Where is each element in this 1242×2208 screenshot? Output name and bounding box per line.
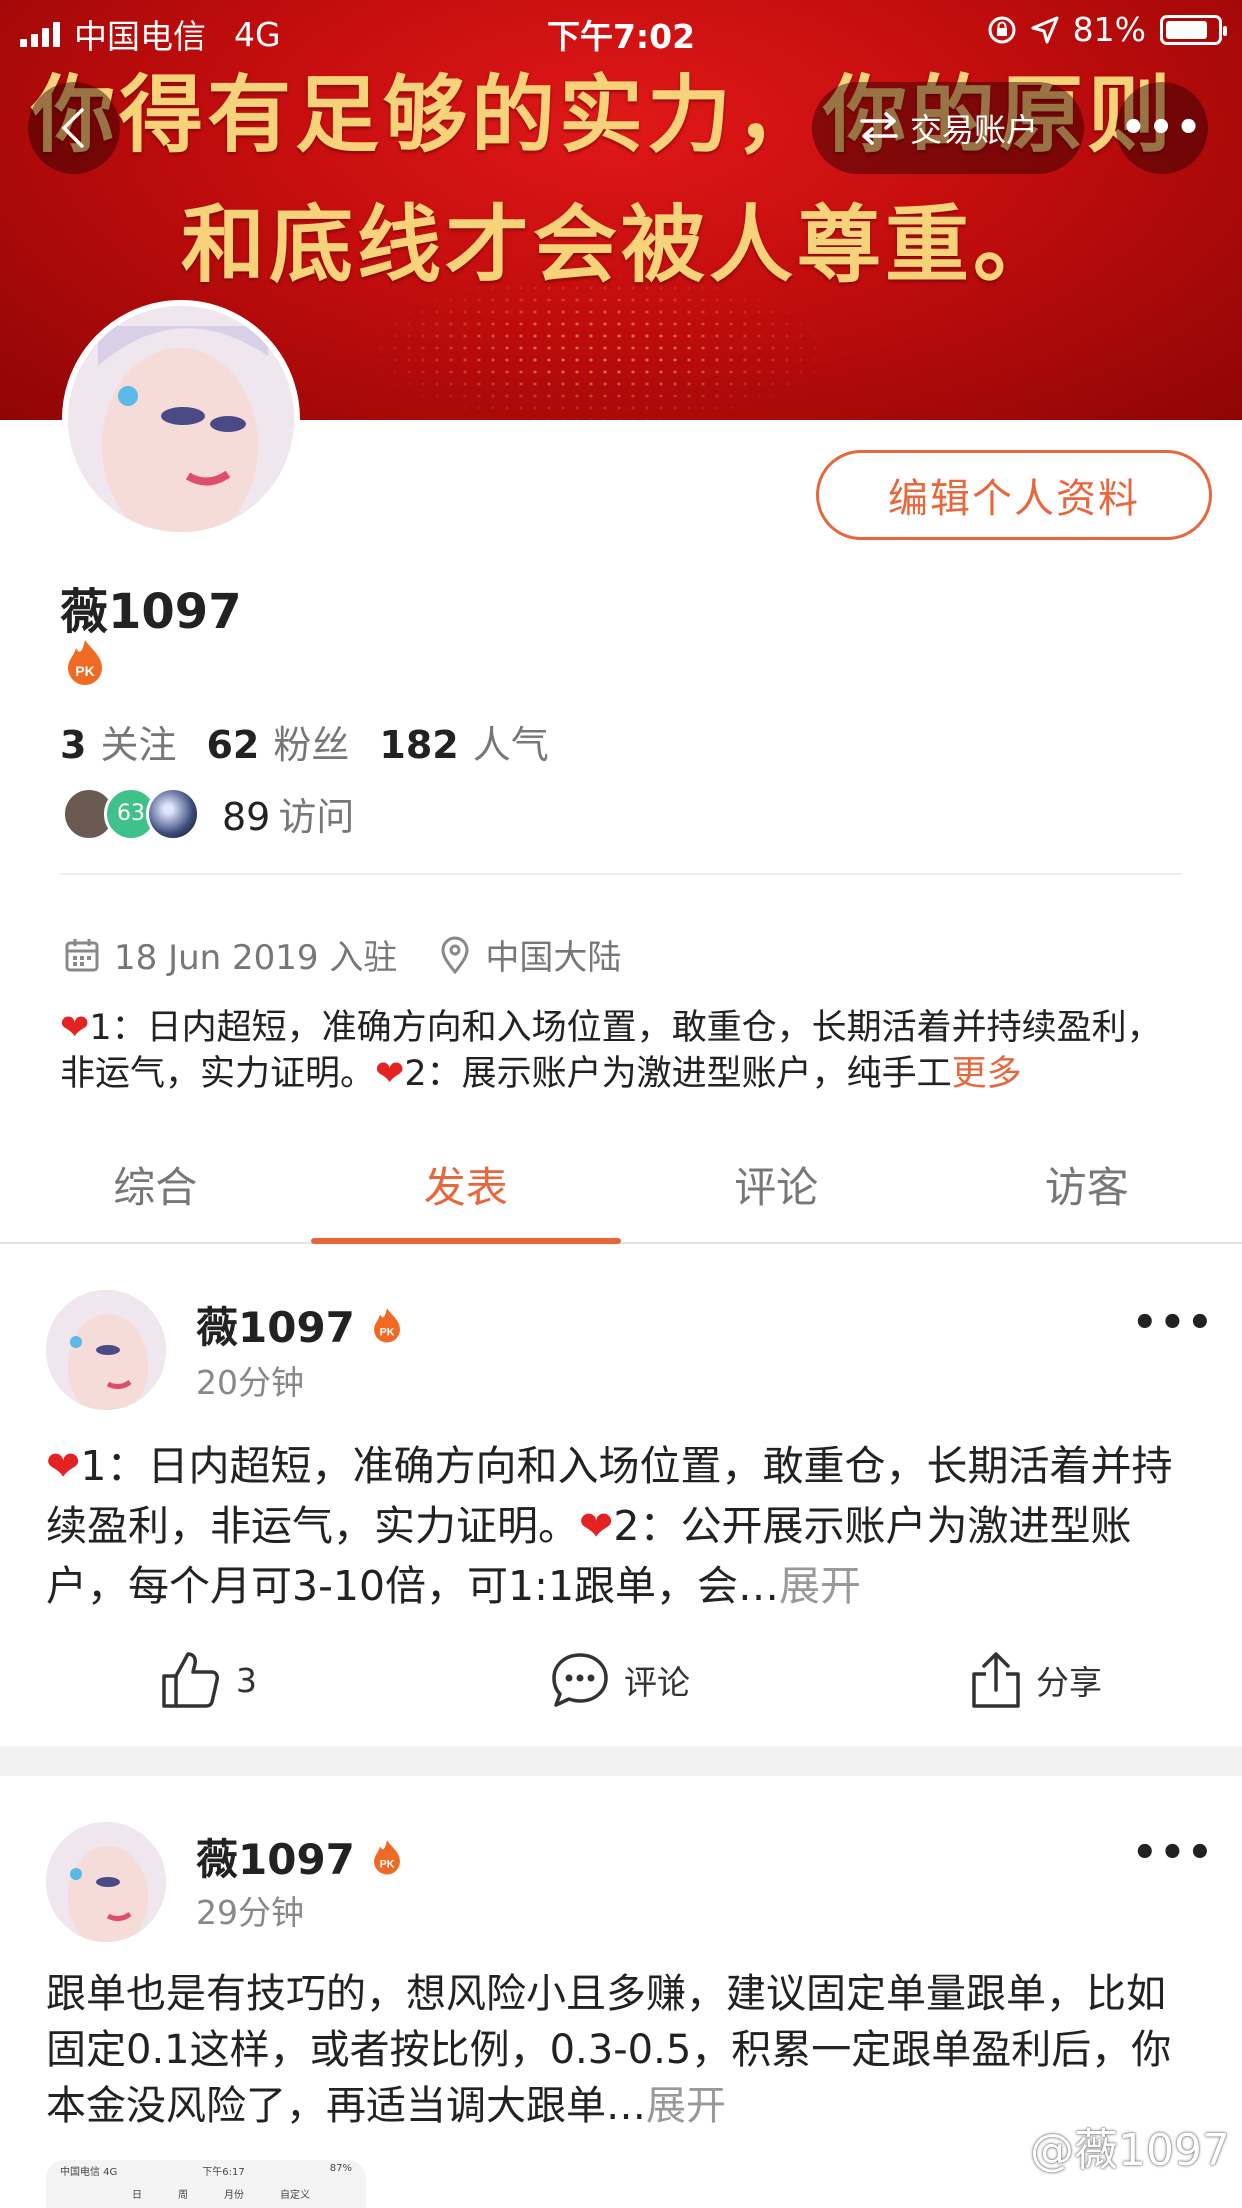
- post-avatar[interactable]: [46, 1290, 166, 1410]
- swap-arrows-icon: [860, 112, 898, 145]
- visits-label: 访问: [278, 795, 355, 839]
- banner-sparkle-decoration: [360, 270, 840, 420]
- back-button[interactable]: [28, 82, 120, 174]
- profile-bio: ❤1：日内超短，准确方向和入场位置，敢重仓，长期活着并持续盈利，非运气，实力证明…: [60, 1005, 1190, 1097]
- bio-more-link[interactable]: 更多: [952, 1054, 1022, 1094]
- heart-icon: ❤: [46, 1442, 81, 1490]
- popularity-count: 182: [379, 723, 459, 767]
- post-more-button[interactable]: •••: [1132, 1830, 1215, 1876]
- post-avatar[interactable]: [46, 1822, 166, 1942]
- fans-count[interactable]: 62: [206, 723, 259, 767]
- post-time: 29分钟: [196, 1893, 304, 1932]
- post-author-name: 薇1097: [196, 1303, 355, 1352]
- battery-icon: [1160, 14, 1227, 45]
- expand-link[interactable]: 展开: [646, 2083, 726, 2129]
- join-date: 18 Jun 2019 入驻: [114, 938, 398, 978]
- tab-comments[interactable]: 评论: [621, 1130, 932, 1242]
- like-button[interactable]: 3: [160, 1640, 257, 1720]
- tab-overview[interactable]: 综合: [0, 1130, 311, 1242]
- thumb-segment: 日: [132, 2190, 142, 2201]
- more-dots-icon: •••: [1120, 105, 1204, 151]
- thumb-segment-control: 日 周 月份 自定义: [46, 2178, 366, 2201]
- profile-tabs: 综合 发表 评论 访客: [0, 1130, 1242, 1244]
- edit-profile-button[interactable]: 编辑个人资料: [816, 450, 1212, 540]
- thumbs-up-icon: [162, 1652, 219, 1708]
- post-image-thumbnail[interactable]: 中国电信 4G 下午6:17 87% 日 周 月份 自定义: [46, 2160, 366, 2208]
- post-more-button[interactable]: •••: [1132, 1300, 1215, 1346]
- share-label: 分享: [1036, 1663, 1102, 1702]
- location-arrow-icon: [1031, 16, 1059, 43]
- thumb-segment: 周: [178, 2190, 188, 2201]
- weibo-watermark: @薇1097: [1030, 2125, 1230, 2176]
- chevron-left-icon: [61, 108, 84, 148]
- post-text-body: 跟单也是有技巧的，想风险小且多赚，建议固定单量跟单，比如固定0.1这样，或者按比…: [46, 1971, 1172, 2129]
- bio-part2: 2：展示账户为激进型账户，纯手工: [404, 1054, 952, 1094]
- tab-posts[interactable]: 发表: [310, 1130, 622, 1244]
- rotation-lock-icon: [988, 16, 1016, 43]
- comment-bubble-icon: [552, 1653, 608, 1707]
- comment-button[interactable]: 评论: [550, 1640, 690, 1720]
- battery-percent: 81%: [1072, 10, 1146, 49]
- post-author[interactable]: 薇1097 PK: [196, 1826, 403, 1887]
- visitor-avatar: [146, 786, 200, 841]
- location-label: 中国大陆: [485, 938, 622, 978]
- share-icon: [972, 1652, 1020, 1708]
- heart-icon: ❤: [579, 1502, 614, 1550]
- like-count: 3: [236, 1660, 257, 1700]
- thumb-segment: 自定义: [280, 2190, 310, 2201]
- avatar-image: [46, 1290, 166, 1410]
- avatar-image: [68, 306, 294, 532]
- post-actions: 3 评论 分享: [0, 1640, 1242, 1720]
- status-bar: 中国电信 4G 下午7:02 81%: [0, 0, 1242, 60]
- profile-meta: 18 Jun 2019 入驻 中国大陆: [64, 930, 621, 979]
- divider: [60, 873, 1182, 875]
- avatar-image: [46, 1822, 166, 1942]
- profile-stats: 3 关注 62 粉丝 182 人气: [60, 714, 565, 769]
- post-text[interactable]: 跟单也是有技巧的，想风险小且多赚，建议固定单量跟单，比如固定0.1这样，或者按比…: [46, 1966, 1196, 2134]
- post-author[interactable]: 薇1097 PK: [196, 1294, 403, 1355]
- pk-badge-icon: PK: [373, 1839, 400, 1875]
- calendar-icon: [65, 938, 99, 971]
- post-text[interactable]: ❤1：日内超短，准确方向和入场位置，敢重仓，长期活着并持续盈利，非运气，实力证明…: [46, 1436, 1196, 1616]
- recent-visitors[interactable]: 63 89 访问: [62, 786, 354, 841]
- expand-link[interactable]: 展开: [779, 1562, 861, 1610]
- post-author-name: 薇1097: [196, 1835, 355, 1884]
- thumb-segment: 月份: [224, 2190, 244, 2201]
- profile-username: 薇1097: [60, 584, 242, 640]
- tab-visitors[interactable]: 访客: [932, 1130, 1242, 1242]
- svg-text:PK: PK: [380, 1858, 395, 1870]
- trade-account-button[interactable]: 交易账户: [812, 82, 1084, 174]
- comment-label: 评论: [624, 1663, 690, 1702]
- visits-count: 89: [222, 795, 271, 839]
- svg-text:PK: PK: [75, 663, 94, 679]
- pk-badge-icon: PK: [373, 1307, 400, 1343]
- thumb-time: 下午6:17: [202, 2167, 245, 2178]
- following-label[interactable]: 关注: [100, 714, 176, 769]
- popularity-label: 人气: [472, 723, 549, 767]
- thumb-carrier: 中国电信 4G: [60, 2167, 118, 2178]
- profile-avatar[interactable]: [62, 300, 300, 538]
- heart-icon: ❤: [60, 1008, 90, 1048]
- location-pin-icon: [441, 936, 469, 974]
- feed-separator: [0, 1746, 1242, 1776]
- heart-icon: ❤: [375, 1054, 405, 1094]
- post-time: 20分钟: [196, 1363, 304, 1402]
- more-options-button[interactable]: •••: [1116, 82, 1208, 174]
- svg-text:PK: PK: [380, 1326, 395, 1338]
- fans-label[interactable]: 粉丝: [273, 714, 349, 769]
- thumb-battery: 87%: [329, 2163, 352, 2174]
- pk-badge-icon: PK: [64, 638, 106, 686]
- following-count[interactable]: 3: [60, 723, 86, 767]
- share-button[interactable]: 分享: [970, 1640, 1102, 1720]
- trade-account-label: 交易账户: [909, 111, 1038, 149]
